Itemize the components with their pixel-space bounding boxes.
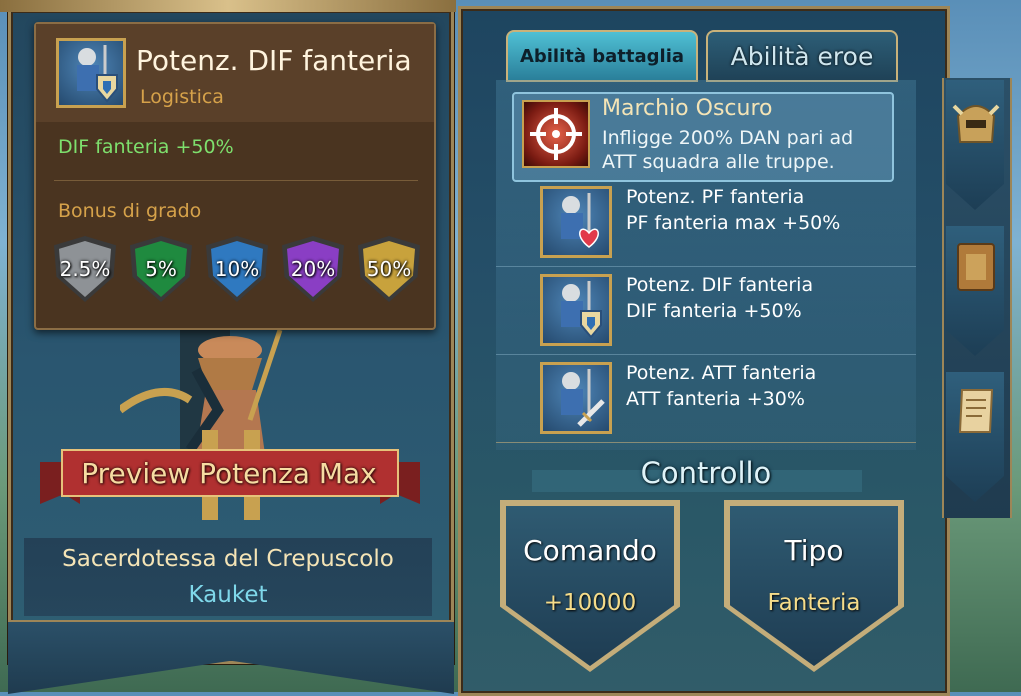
rank-badge-gold: 50% [358, 236, 420, 302]
main-skill-name: Marchio Oscuro [602, 96, 773, 121]
sub-skill-1: Potenz. PF fanteria PF fanteria max +50% [626, 186, 841, 234]
type-label: Tipo [784, 534, 844, 567]
hero-name: Kauket [188, 582, 268, 608]
sub-skill-3: Potenz. ATT fanteria ATT fanteria +30% [626, 362, 817, 410]
bonus-title: Bonus di grado [58, 200, 202, 222]
panel-bottom-banner [8, 620, 454, 694]
command-label: Comando [523, 534, 657, 567]
rank-badge-purple: 20% [282, 236, 344, 302]
helmet-icon[interactable] [952, 96, 1000, 150]
tooltip-title: Potenz. DIF fanteria [136, 44, 412, 77]
panel-frame-top [0, 0, 456, 12]
main-skill-description: Infligge 200% DAN pari ad ATT squadra al… [602, 127, 854, 173]
sub-skill-2: Potenz. DIF fanteria DIF fanteria +50% [626, 274, 814, 322]
infantry-attack-icon[interactable] [540, 362, 612, 434]
book-icon[interactable] [952, 240, 1000, 294]
tab-hero-skills[interactable]: Abilità eroe [706, 30, 898, 82]
infantry-hp-icon[interactable] [540, 186, 612, 258]
row-divider [496, 266, 916, 267]
command-value: +10000 [543, 590, 637, 616]
infantry-defense-icon [56, 38, 126, 108]
tab-battle-skills[interactable]: Abilità battaglia [506, 30, 698, 82]
preview-max-power-button[interactable]: Preview Potenza Max [70, 452, 388, 496]
rank-badge-blue: 10% [206, 236, 268, 302]
rank-badge-green: 5% [130, 236, 192, 302]
hero-title: Sacerdotessa del Crepuscolo [62, 546, 394, 572]
scroll-icon[interactable] [952, 384, 1000, 438]
row-divider [496, 354, 916, 355]
skill-tooltip: Potenz. DIF fanteria Logistica DIF fante… [34, 22, 436, 330]
divider [54, 180, 418, 181]
type-value: Fanteria [767, 590, 861, 616]
control-title: Controllo [640, 456, 772, 490]
crosshair-icon[interactable] [522, 100, 590, 168]
tooltip-effect: DIF fanteria +50% [58, 136, 234, 158]
rank-badge-grey: 2.5% [54, 236, 116, 302]
section-divider [496, 442, 916, 443]
tooltip-subtitle: Logistica [140, 86, 224, 108]
infantry-defense-small-icon[interactable] [540, 274, 612, 346]
